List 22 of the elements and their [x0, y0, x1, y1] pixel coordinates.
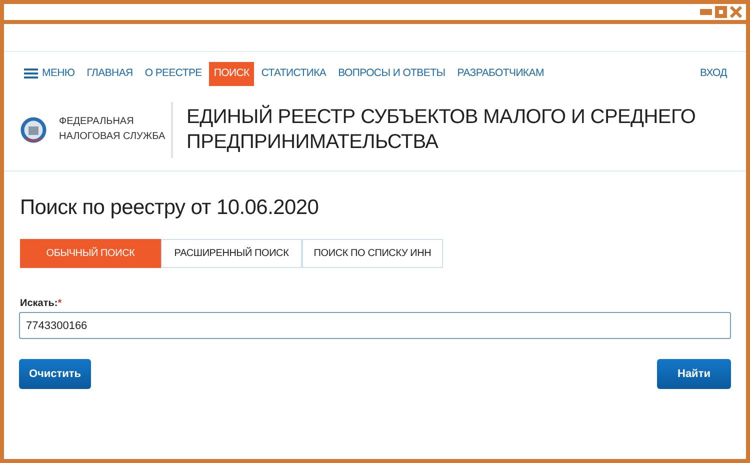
nav-link[interactable]: СТАТИСТИКА: [256, 62, 332, 86]
nav-link[interactable]: ВОПРОСЫ И ОТВЕТЫ: [333, 62, 450, 86]
required-mark: *: [58, 298, 62, 310]
organization-name: ФЕДЕРАЛЬНАЯ НАЛОГОВАЯ СЛУЖБА: [58, 115, 166, 144]
close-icon[interactable]: [730, 6, 742, 18]
menu-icon: [24, 68, 38, 80]
search-tab[interactable]: ОБЫЧНЫЙ ПОИСК: [20, 239, 161, 268]
search-tab[interactable]: ПОИСК ПО СПИСКУ ИНН: [302, 239, 443, 268]
search-field[interactable]: 7743300166: [19, 312, 731, 340]
nav-link[interactable]: ГЛАВНАЯ: [82, 62, 138, 86]
maximize-icon[interactable]: [715, 6, 727, 18]
clear-button[interactable]: Очистить: [19, 359, 91, 390]
search-button[interactable]: Найти: [657, 359, 731, 390]
page-title: Поиск по реестру от 10.06.2020: [20, 194, 320, 221]
field-label: Искать:: [20, 298, 58, 310]
menu-button[interactable]: МЕНЮ: [19, 62, 80, 86]
nav-link[interactable]: О РЕЕСТРЕ: [140, 62, 207, 86]
search-tab[interactable]: РАСШИРЕННЫЙ ПОИСК: [161, 239, 302, 268]
login-link[interactable]: ВХОД: [694, 62, 732, 86]
registry-title: ЕДИНЫЙ РЕЕСТР СУБЪЕКТОВ МАЛОГО И СРЕДНЕГО ПРЕДПРИНИМАТЕЛЬСТВА: [186, 104, 697, 155]
nav-link[interactable]: ПОИСК: [208, 62, 254, 86]
nav-link[interactable]: РАЗРАБОТЧИКАМ: [452, 62, 549, 86]
